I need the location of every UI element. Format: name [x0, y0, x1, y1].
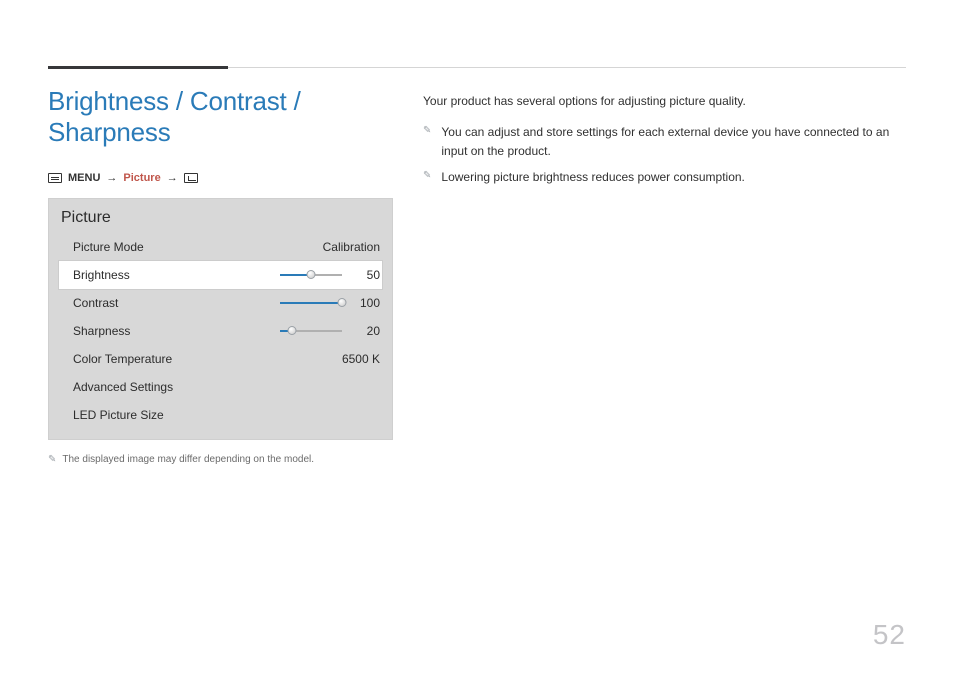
picture-mode-label: Picture Mode — [73, 240, 144, 254]
left-note-text: The displayed image may differ depending… — [62, 454, 314, 465]
advanced-settings-label: Advanced Settings — [73, 380, 173, 394]
header-rule-thick — [48, 66, 228, 69]
panel-title: Picture — [49, 199, 392, 233]
arrow-icon: → — [167, 172, 178, 184]
bullet-item: ✎ You can adjust and store settings for … — [423, 123, 906, 161]
contrast-slider[interactable] — [280, 302, 342, 304]
sharpness-value: 20 — [350, 324, 380, 338]
row-color-temperature[interactable]: Color Temperature 6500 K — [49, 345, 392, 373]
enter-icon — [184, 173, 198, 183]
section-title: Brightness / Contrast / Sharpness — [48, 86, 393, 148]
row-brightness[interactable]: Brightness 50 — [59, 261, 382, 289]
left-column: Brightness / Contrast / Sharpness MENU →… — [48, 86, 393, 465]
brightness-value: 50 — [350, 268, 380, 282]
breadcrumb-picture: Picture — [123, 172, 160, 184]
brightness-slider[interactable] — [280, 274, 342, 276]
arrow-icon: → — [106, 172, 117, 184]
bullet-text: You can adjust and store settings for ea… — [441, 123, 906, 161]
intro-text: Your product has several options for adj… — [423, 92, 906, 111]
pencil-icon: ✎ — [423, 123, 431, 161]
bullet-item: ✎ Lowering picture brightness reduces po… — [423, 168, 906, 187]
pencil-icon: ✎ — [48, 454, 56, 465]
contrast-label: Contrast — [73, 296, 118, 310]
breadcrumb-menu: MENU — [68, 172, 100, 184]
led-picture-size-label: LED Picture Size — [73, 408, 164, 422]
row-led-picture-size[interactable]: LED Picture Size — [49, 401, 392, 429]
menu-icon — [48, 173, 62, 183]
breadcrumb: MENU → Picture → — [48, 172, 393, 184]
color-temperature-value: 6500 K — [342, 352, 380, 366]
pencil-icon: ✎ — [423, 168, 431, 187]
row-picture-mode[interactable]: Picture Mode Calibration — [49, 233, 392, 261]
contrast-value: 100 — [350, 296, 380, 310]
sharpness-slider[interactable] — [280, 330, 342, 332]
brightness-label: Brightness — [73, 268, 130, 282]
left-note: ✎ The displayed image may differ dependi… — [48, 454, 393, 465]
header-rule-thin — [228, 67, 906, 68]
row-contrast[interactable]: Contrast 100 — [49, 289, 392, 317]
row-sharpness[interactable]: Sharpness 20 — [49, 317, 392, 345]
right-column: Your product has several options for adj… — [423, 86, 906, 465]
picture-mode-value: Calibration — [323, 240, 380, 254]
sharpness-label: Sharpness — [73, 324, 130, 338]
bullet-text: Lowering picture brightness reduces powe… — [441, 168, 745, 187]
osd-panel: Picture Picture Mode Calibration Brightn… — [48, 198, 393, 440]
row-advanced-settings[interactable]: Advanced Settings — [49, 373, 392, 401]
page-number: 52 — [873, 619, 906, 651]
color-temperature-label: Color Temperature — [73, 352, 172, 366]
